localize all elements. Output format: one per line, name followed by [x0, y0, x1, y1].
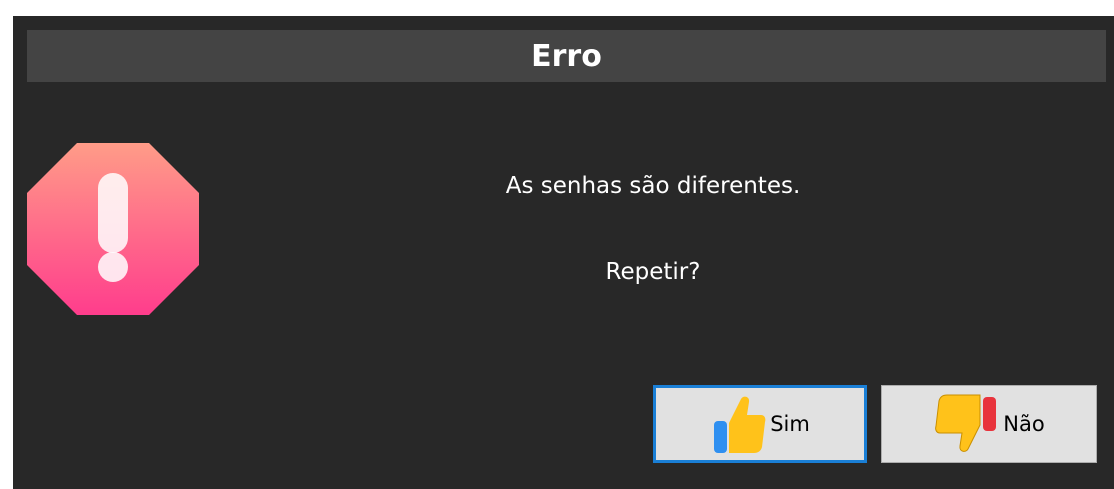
no-button-label: Não [1003, 412, 1045, 436]
error-octagon-icon [27, 143, 199, 315]
thumbs-down-icon [935, 394, 997, 452]
error-message: As senhas são diferentes. [505, 173, 801, 199]
no-button[interactable]: Não [881, 385, 1097, 463]
yes-button[interactable]: Sim [653, 385, 867, 463]
error-dialog: Erro As senhas são diferentes. Repetir? … [13, 16, 1114, 489]
retry-question: Repetir? [605, 259, 701, 285]
dialog-title: Erro [27, 30, 1106, 82]
yes-button-label: Sim [770, 412, 810, 436]
thumbs-up-icon [714, 396, 766, 453]
